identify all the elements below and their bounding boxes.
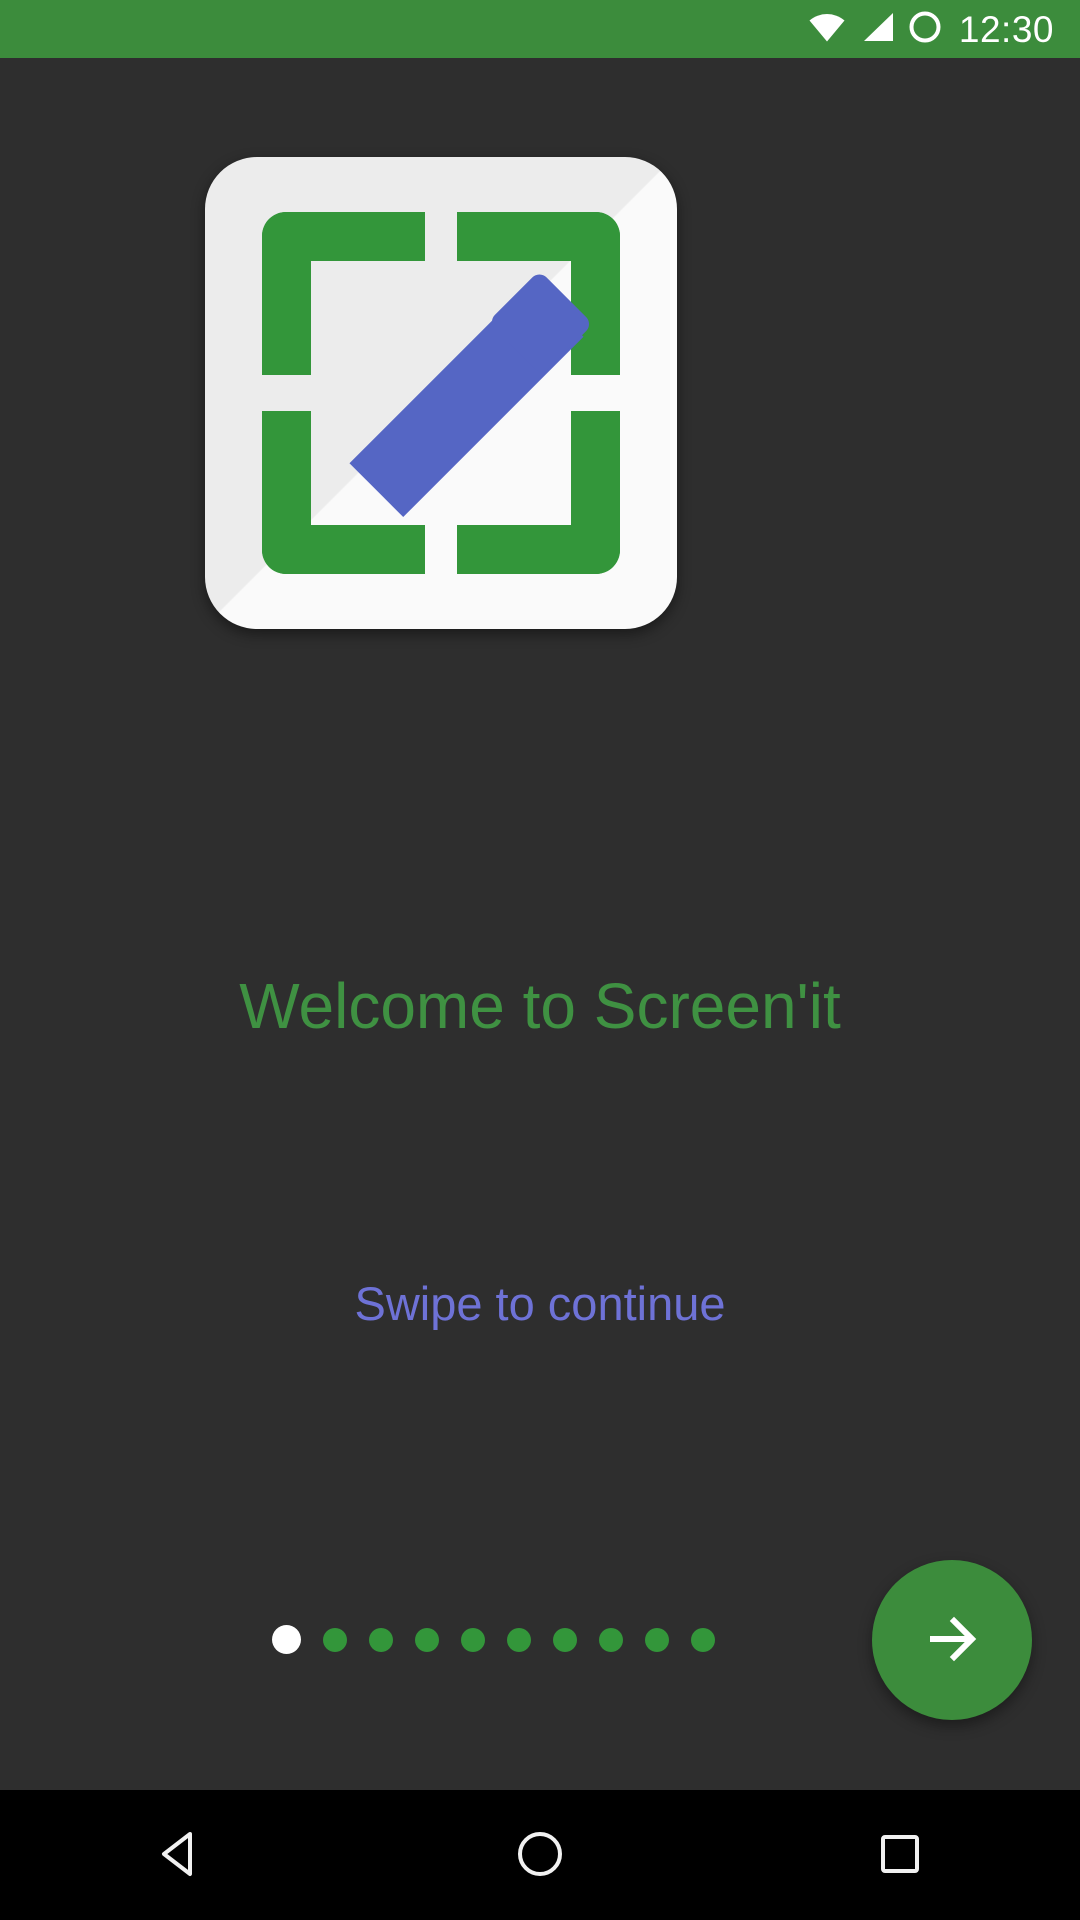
crop-bracket-bottom-left <box>262 411 311 574</box>
status-bar: 12:30 <box>0 0 1080 58</box>
page-dot-1[interactable] <box>272 1625 301 1654</box>
status-bar-clock: 12:30 <box>958 8 1054 50</box>
app-icon-plate <box>205 157 677 629</box>
page-subtitle: Swipe to continue <box>354 1277 726 1330</box>
crop-bracket-top-right <box>571 212 620 375</box>
page-dot-3[interactable] <box>369 1627 393 1652</box>
app-icon <box>205 157 677 629</box>
cell-signal-icon <box>860 12 894 47</box>
page-indicator[interactable] <box>272 1625 715 1654</box>
wifi-icon <box>808 12 846 47</box>
page-dot-8[interactable] <box>599 1627 623 1652</box>
triangle-left-icon <box>152 1826 208 1885</box>
circle-indicator-icon <box>908 10 942 49</box>
page-dot-4[interactable] <box>415 1627 439 1652</box>
phone-screen: 12:30 Welcome to Screen'it Swipe to cont… <box>0 0 1080 1920</box>
next-page-fab[interactable] <box>872 1560 1032 1720</box>
crop-bracket-bottom-right <box>571 411 620 574</box>
crop-bracket-top-left <box>262 212 311 375</box>
android-navigation-bar <box>0 1790 1080 1920</box>
page-dot-10[interactable] <box>691 1627 715 1652</box>
square-icon <box>872 1826 928 1885</box>
page-dot-5[interactable] <box>461 1627 485 1652</box>
page-dot-7[interactable] <box>553 1627 577 1652</box>
status-bar-icons <box>808 10 942 49</box>
circle-icon <box>512 1826 568 1885</box>
arrow-right-icon <box>916 1603 988 1678</box>
page-dot-9[interactable] <box>645 1627 669 1652</box>
page-title: Welcome to Screen'it <box>239 970 841 1042</box>
home-button[interactable] <box>470 1790 610 1920</box>
back-button[interactable] <box>110 1790 250 1920</box>
recents-button[interactable] <box>830 1790 970 1920</box>
page-dot-2[interactable] <box>323 1627 347 1652</box>
page-dot-6[interactable] <box>507 1627 531 1652</box>
